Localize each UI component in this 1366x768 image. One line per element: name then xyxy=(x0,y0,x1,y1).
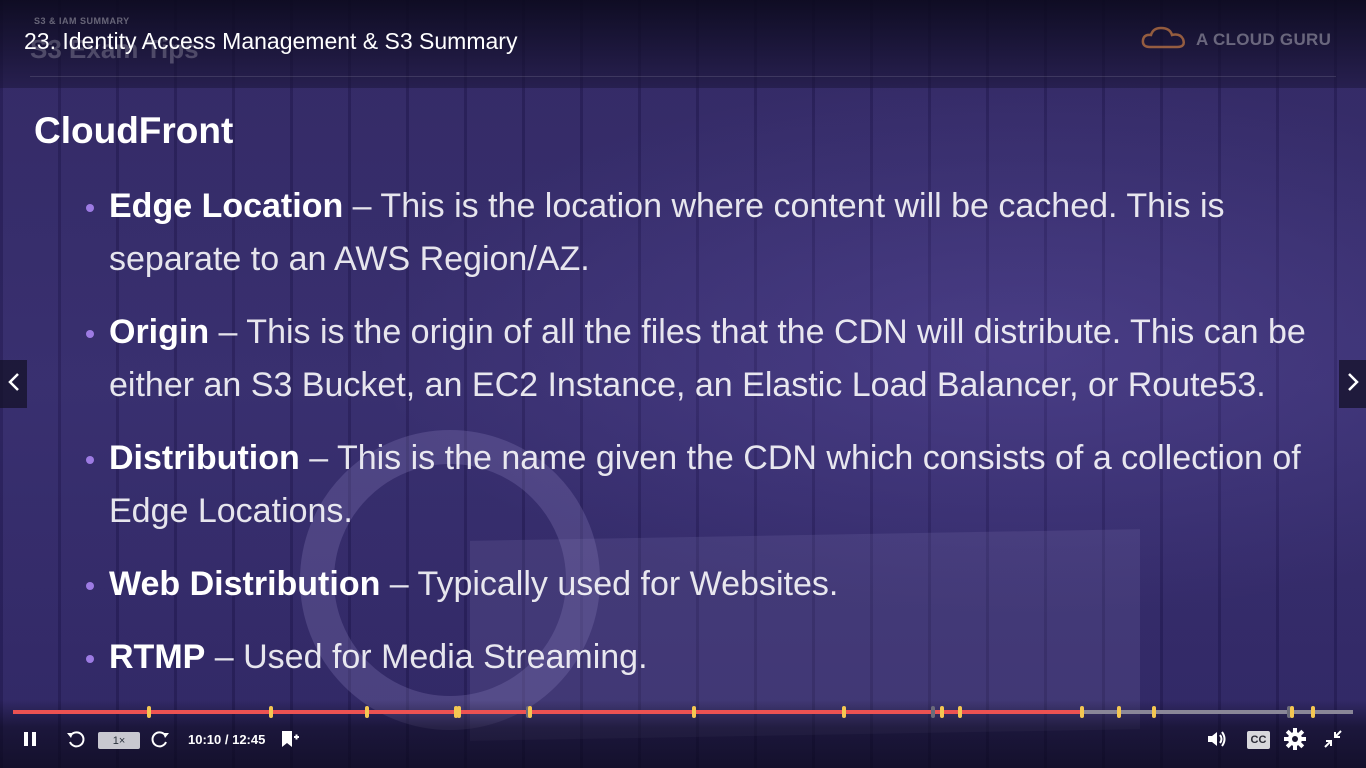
bullet-term: Edge Location xyxy=(109,187,344,225)
bookmark-marker[interactable] xyxy=(1290,706,1295,718)
settings-button[interactable] xyxy=(1284,728,1306,754)
bookmark-marker[interactable] xyxy=(365,706,370,718)
cloud-logo-icon xyxy=(1140,25,1188,56)
pause-icon xyxy=(23,731,37,751)
pause-button[interactable] xyxy=(20,730,40,752)
bookmark-marker[interactable] xyxy=(1311,706,1316,718)
bookmark-marker[interactable] xyxy=(940,706,945,718)
bookmark-marker[interactable] xyxy=(147,706,151,718)
previous-lecture-button[interactable] xyxy=(0,360,27,408)
bullet-item: Distribution – This is the name given th… xyxy=(86,432,1316,538)
forward-button[interactable] xyxy=(149,730,171,752)
bullet-term: Web Distribution xyxy=(109,565,381,603)
bookmark-marker[interactable] xyxy=(957,706,962,718)
brand-logo: A CLOUD GURU xyxy=(1140,26,1331,54)
section-title: CloudFront xyxy=(34,110,234,151)
rewind-5s-icon xyxy=(66,729,86,753)
bullet-item: Web Distribution – Typically used for We… xyxy=(86,558,1316,611)
bookmark-marker[interactable] xyxy=(1152,706,1156,718)
slide-divider xyxy=(30,76,1336,77)
exit-fullscreen-icon xyxy=(1323,729,1343,753)
bookmark-marker[interactable] xyxy=(1117,706,1122,718)
bookmark-marker[interactable] xyxy=(268,706,273,718)
bookmark-marker[interactable] xyxy=(456,706,461,718)
gear-icon xyxy=(1284,728,1306,754)
bookmark-marker[interactable] xyxy=(842,706,847,718)
volume-icon xyxy=(1207,730,1227,752)
progress-fill xyxy=(13,710,1082,714)
bullet-list: Edge Location – This is the location whe… xyxy=(86,180,1316,704)
bookmark-marker[interactable] xyxy=(930,706,935,718)
bullet-term: Distribution xyxy=(109,439,300,477)
chevron-left-icon xyxy=(7,371,21,397)
add-bookmark-icon xyxy=(279,729,299,753)
playback-speed-button[interactable]: 1× xyxy=(98,732,140,749)
brand-text: A CLOUD GURU xyxy=(1196,30,1332,49)
bullet-term: Origin xyxy=(109,313,210,351)
bullet-item: Origin – This is the origin of all the f… xyxy=(86,306,1316,412)
captions-button[interactable]: CC xyxy=(1247,731,1270,749)
progress-bar[interactable] xyxy=(13,706,1353,718)
bullet-text: – This is the origin of all the files th… xyxy=(109,313,1306,404)
exit-fullscreen-button[interactable] xyxy=(1322,730,1344,752)
bullet-item: Edge Location – This is the location whe… xyxy=(86,180,1316,286)
bookmark-marker[interactable] xyxy=(527,706,532,718)
bookmark-marker[interactable] xyxy=(1079,706,1084,718)
bullet-text: – Typically used for Websites. xyxy=(380,565,839,603)
add-bookmark-button[interactable] xyxy=(278,730,300,752)
forward-5s-icon xyxy=(150,729,170,753)
next-lecture-button[interactable] xyxy=(1339,360,1366,408)
bullet-text: – Used for Media Streaming. xyxy=(205,638,648,676)
time-display: 10:10 / 12:45 xyxy=(188,732,266,747)
volume-button[interactable] xyxy=(1206,730,1228,752)
slide-kicker: S3 & IAM SUMMARY xyxy=(34,16,130,26)
chevron-right-icon xyxy=(1346,371,1360,397)
bookmark-marker[interactable] xyxy=(692,706,697,718)
bullet-term: RTMP xyxy=(109,638,206,676)
bullet-item: RTMP – Used for Media Streaming. xyxy=(86,631,1316,684)
rewind-button[interactable] xyxy=(65,730,87,752)
video-title: 23. Identity Access Management & S3 Summ… xyxy=(24,28,518,54)
